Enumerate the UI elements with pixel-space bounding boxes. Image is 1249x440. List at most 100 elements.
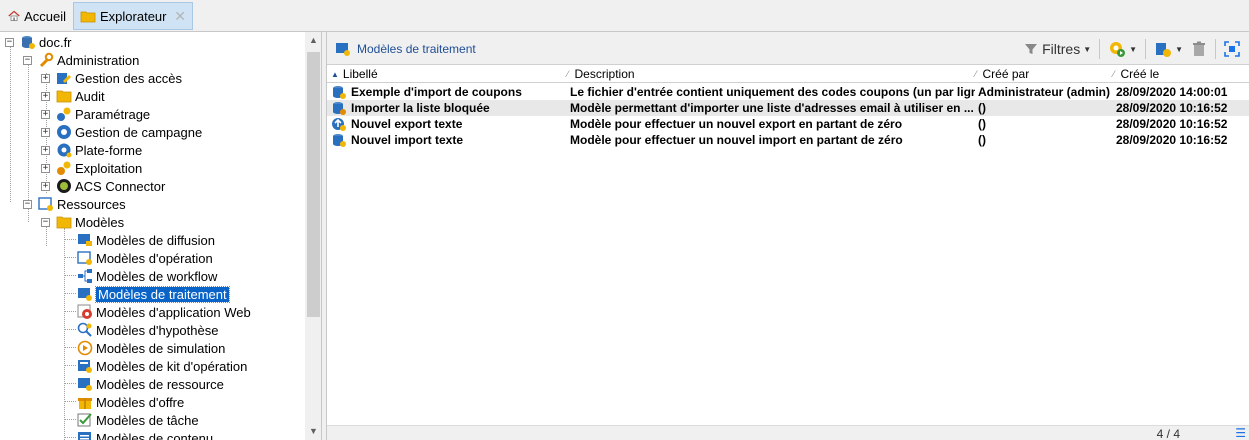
- expand-icon[interactable]: +: [41, 109, 50, 119]
- workflow-template-icon: [78, 269, 92, 283]
- tab-bar: Accueil Explorateur ✕: [0, 0, 1249, 32]
- tree-ressources-label: Ressources: [57, 196, 126, 212]
- resources-icon: [38, 197, 53, 211]
- dropdown-caret-icon: ▼: [1083, 44, 1092, 54]
- filter-icon: [1025, 44, 1038, 54]
- tab-explorateur[interactable]: Explorateur ✕: [73, 2, 193, 30]
- column-separator-icon: ⁄: [1113, 69, 1115, 79]
- dropdown-caret-icon: ▼: [1175, 44, 1183, 54]
- new-item-icon: [1156, 43, 1172, 57]
- column-label: Créé le: [1120, 67, 1160, 81]
- tree-node-root[interactable]: − doc.fr: [5, 33, 72, 51]
- tree-node-gestion-acces[interactable]: + Gestion des accès: [41, 69, 182, 87]
- table-row[interactable]: Exemple d'import de coupons Le fichier d…: [327, 84, 1249, 100]
- delivery-template-icon: [78, 234, 92, 246]
- tree-node-modeles-operation[interactable]: Modèles d'opération: [77, 249, 213, 267]
- tree-node-administration[interactable]: − Administration: [23, 51, 139, 69]
- tree-node-modeles-hypothese[interactable]: Modèles d'hypothèse: [77, 321, 218, 339]
- tab-accueil[interactable]: Accueil: [2, 2, 72, 30]
- tree-node-modeles-ressource[interactable]: Modèles de ressource: [77, 375, 224, 393]
- column-header-cree-le[interactable]: ⁄ Créé le: [1113, 67, 1159, 81]
- folder-icon: [56, 90, 72, 103]
- expand-icon[interactable]: +: [41, 127, 50, 137]
- wrench-icon: [39, 52, 54, 68]
- toolbar-separator: [1145, 39, 1147, 59]
- column-header-description[interactable]: ⁄ Description: [567, 67, 635, 81]
- row-label: Nouvel export texte: [351, 117, 463, 131]
- expand-view-icon: [1224, 41, 1240, 57]
- platform-gear-icon: [57, 143, 72, 158]
- cell-cree-le: 28/09/2020 14:00:01: [1116, 85, 1228, 99]
- tree-node-modeles-kit-operation[interactable]: Modèles de kit d'opération: [77, 357, 247, 375]
- table-row[interactable]: Nouvel import texte Modèle pour effectue…: [327, 132, 1249, 148]
- column-label: Libellé: [342, 67, 378, 81]
- campaign-gear-icon: [57, 125, 71, 139]
- tree-node-parametrage[interactable]: + Paramétrage: [41, 105, 150, 123]
- collapse-icon[interactable]: −: [23, 199, 32, 209]
- tree-node-gestion-campagne[interactable]: + Gestion de campagne: [41, 123, 202, 141]
- database-icon: [22, 36, 35, 49]
- expand-icon[interactable]: +: [41, 181, 50, 191]
- column-label: Créé par: [982, 67, 1030, 81]
- gears-icon: [57, 107, 71, 121]
- close-icon[interactable]: ✕: [174, 8, 186, 25]
- tree-node-ressources[interactable]: − Ressources: [23, 195, 126, 213]
- tree-node-modeles-simulation[interactable]: Modèles de simulation: [77, 339, 225, 357]
- tree-node-exploitation[interactable]: + Exploitation: [41, 159, 142, 177]
- expand-icon[interactable]: +: [41, 145, 50, 155]
- column-header-libelle[interactable]: ▲ Libellé: [331, 67, 378, 81]
- scrollbar-thumb[interactable]: [307, 52, 320, 317]
- tree-node-acs-connector[interactable]: + ACS Connector: [41, 177, 165, 195]
- column-header-cree-par[interactable]: ⁄ Créé par: [975, 67, 1029, 81]
- delete-button[interactable]: [1187, 38, 1211, 60]
- task-check-icon: [77, 413, 92, 427]
- tree-node-modeles-tache[interactable]: Modèles de tâche: [77, 411, 199, 429]
- tree-node-modeles-diffusion[interactable]: Modèles de diffusion: [77, 231, 215, 249]
- export-template-icon: [332, 118, 346, 131]
- column-separator-icon: ⁄: [567, 69, 569, 79]
- tree-node-plateforme[interactable]: + Plate-forme: [41, 141, 142, 159]
- tree-node-modeles-contenu[interactable]: Modèles de contenu: [77, 429, 213, 440]
- collapse-icon[interactable]: −: [5, 37, 14, 47]
- tree-node-modeles-application-web[interactable]: Modèles d'application Web: [77, 303, 251, 321]
- acs-connector-icon: [57, 179, 71, 193]
- cell-description: Modèle pour effectuer un nouvel export e…: [570, 117, 903, 131]
- folder-icon: [56, 216, 72, 229]
- operation-gears-icon: [57, 161, 71, 175]
- cell-cree-par: (): [978, 117, 986, 131]
- scroll-down-icon[interactable]: ▼: [305, 423, 321, 440]
- cell-libelle: Nouvel export texte: [331, 117, 569, 131]
- tree-root-label: doc.fr: [39, 34, 72, 50]
- simulation-template-icon: [77, 340, 93, 356]
- tree-scrollbar[interactable]: ▲ ▼: [305, 32, 321, 440]
- tree-node-modeles[interactable]: − Modèles: [41, 213, 124, 231]
- table-row[interactable]: Importer la liste bloquée Modèle permett…: [327, 100, 1249, 116]
- tree-label: Modèles de ressource: [96, 376, 224, 392]
- collapse-icon[interactable]: −: [41, 217, 50, 227]
- expand-icon[interactable]: +: [41, 73, 50, 83]
- tree-node-modeles-traitement[interactable]: Modèles de traitement: [77, 285, 230, 303]
- tree-node-modeles-offre[interactable]: Modèles d'offre: [77, 393, 184, 411]
- actions-button[interactable]: ▼: [1104, 38, 1141, 60]
- new-button[interactable]: ▼: [1150, 38, 1187, 60]
- filters-button[interactable]: Filtres ▼: [1020, 38, 1095, 60]
- offer-gift-icon: [78, 398, 92, 409]
- import-template-icon: [333, 86, 346, 99]
- tree-label: Modèles d'opération: [96, 250, 213, 266]
- tree-label: Exploitation: [75, 160, 143, 176]
- expand-icon[interactable]: +: [41, 91, 50, 101]
- resource-template-icon: [78, 378, 92, 391]
- sort-ascending-icon: ▲: [331, 69, 339, 79]
- list-menu-icon[interactable]: ☰: [1235, 426, 1246, 440]
- fullscreen-button[interactable]: [1220, 38, 1244, 60]
- table-row[interactable]: Nouvel export texte Modèle pour effectue…: [327, 116, 1249, 132]
- column-separator-icon: ⁄: [975, 69, 977, 79]
- scroll-up-icon[interactable]: ▲: [305, 32, 321, 49]
- tree-node-audit[interactable]: + Audit: [41, 87, 105, 105]
- tree-node-modeles-workflow[interactable]: Modèles de workflow: [77, 267, 217, 285]
- collapse-icon[interactable]: −: [23, 55, 32, 65]
- row-label: Nouvel import texte: [351, 133, 464, 147]
- tree-label: Gestion des accès: [75, 70, 182, 86]
- cell-libelle: Nouvel import texte: [331, 133, 569, 147]
- expand-icon[interactable]: +: [41, 163, 50, 173]
